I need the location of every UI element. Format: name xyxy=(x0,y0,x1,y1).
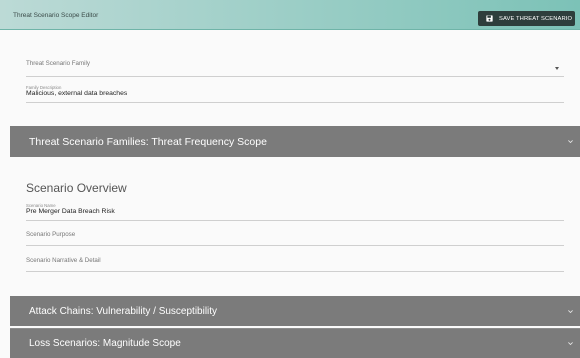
accordion-loss-title: Loss Scenarios: Magnitude Scope xyxy=(29,338,181,349)
scenario-narrative-field[interactable]: Scenario Narrative & Detail xyxy=(26,257,564,272)
scenario-name-field[interactable]: Scenario Name Pre Merger Data Breach Ris… xyxy=(26,203,564,221)
family-field-label: Threat Scenario Family xyxy=(26,60,90,67)
app-header: Threat Scenario Scope Editor SAVE THREAT… xyxy=(0,0,580,30)
family-description-value: Malicious, external data breaches xyxy=(26,90,128,97)
chevron-down-icon xyxy=(568,140,573,144)
save-icon xyxy=(486,15,493,22)
accordion-threat-frequency-scope[interactable]: Threat Scenario Families: Threat Frequen… xyxy=(10,126,580,157)
threat-scenario-family-select[interactable]: Threat Scenario Family xyxy=(26,60,564,77)
scenario-narrative-label: Scenario Narrative & Detail xyxy=(26,257,101,264)
scenario-name-value: Pre Merger Data Breach Risk xyxy=(26,208,115,215)
accordion-frequency-title: Threat Scenario Families: Threat Frequen… xyxy=(29,135,267,148)
chevron-down-icon xyxy=(568,309,573,313)
scenario-purpose-label: Scenario Purpose xyxy=(26,231,76,238)
family-description-field[interactable]: Family Description Malicious, external d… xyxy=(26,85,564,103)
scenario-purpose-field[interactable]: Scenario Purpose xyxy=(26,231,564,246)
accordion-loss-scenarios[interactable]: Loss Scenarios: Magnitude Scope xyxy=(10,328,580,358)
dropdown-arrow-icon xyxy=(555,67,559,70)
accordion-attack-title: Attack Chains: Vulnerability / Susceptib… xyxy=(29,305,218,317)
scenario-overview-heading: Scenario Overview xyxy=(26,181,127,195)
save-threat-scenario-button[interactable]: SAVE THREAT SCENARIO xyxy=(478,11,575,26)
accordion-attack-chains[interactable]: Attack Chains: Vulnerability / Susceptib… xyxy=(10,296,580,326)
save-button-label: SAVE THREAT SCENARIO xyxy=(499,15,573,22)
page-title: Threat Scenario Scope Editor xyxy=(13,12,99,19)
chevron-down-icon xyxy=(568,342,573,346)
